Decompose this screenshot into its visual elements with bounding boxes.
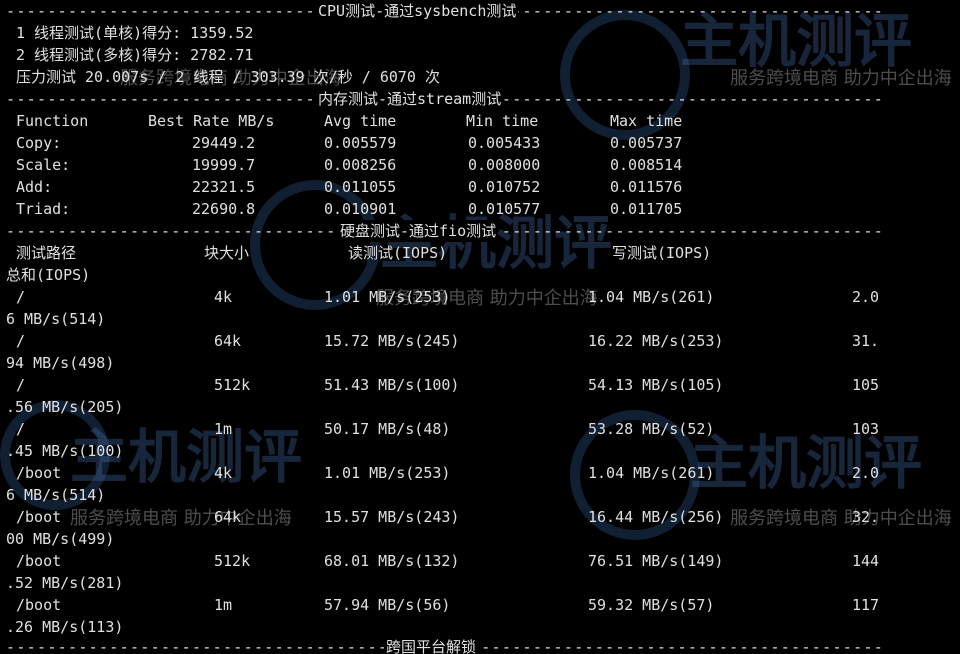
disk-cell-path: / bbox=[16, 288, 26, 306]
disk-cell-path: / bbox=[16, 332, 26, 350]
disk-header: 写测试(IOPS) bbox=[612, 244, 712, 262]
disk-divider: ----------------------------------------… bbox=[6, 220, 886, 242]
disk-cell-total-b: .45 MB/s(100) bbox=[6, 442, 124, 460]
disk-cell-total-b: 6 MB/s(514) bbox=[6, 310, 106, 328]
disk-cell-read: 68.01 MB/s(132) bbox=[324, 552, 460, 570]
memory-cell: 22321.5 bbox=[192, 178, 256, 196]
memory-cell: 0.010577 bbox=[468, 200, 541, 218]
disk-cell-total-a: 31. bbox=[852, 332, 880, 350]
disk-cell-write: 53.28 MB/s(52) bbox=[588, 420, 715, 438]
disk-cell-write: 1.04 MB/s(261) bbox=[588, 288, 715, 306]
disk-cell-block: 4k bbox=[214, 464, 233, 482]
memory-cell: 19999.7 bbox=[192, 156, 256, 174]
cpu-single-core-score: 1 线程测试(单核)得分: 1359.52 bbox=[16, 24, 254, 42]
disk-cell-total-b: .52 MB/s(281) bbox=[6, 574, 124, 592]
disk-cell-write: 59.32 MB/s(57) bbox=[588, 596, 715, 614]
memory-cell: 0.011055 bbox=[324, 178, 397, 196]
disk-cell-path: /boot bbox=[16, 552, 62, 570]
memory-divider-title: 内存测试-通过stream测试 bbox=[316, 88, 504, 110]
disk-cell-read: 1.01 MB/s(253) bbox=[324, 288, 451, 306]
cpu-multi-core-score: 2 线程测试(多核)得分: 2782.71 bbox=[16, 46, 254, 64]
disk-cell-path: /boot bbox=[16, 508, 62, 526]
disk-cell-block: 512k bbox=[214, 552, 251, 570]
disk-cell-total-a: 32. bbox=[852, 508, 880, 526]
memory-divider: ----------------------------------------… bbox=[6, 88, 886, 110]
memory-cell: Triad: bbox=[16, 200, 71, 218]
watermark-slogan: 服务跨境电商 助力中企出海 bbox=[730, 508, 952, 529]
memory-cell: 0.005579 bbox=[324, 134, 397, 152]
disk-cell-total-a: 105 bbox=[852, 376, 880, 394]
memory-header: Avg time bbox=[324, 112, 397, 130]
memory-cell: 0.011705 bbox=[610, 200, 683, 218]
memory-cell: 22690.8 bbox=[192, 200, 256, 218]
memory-header: Best Rate MB/s bbox=[148, 112, 275, 130]
disk-cell-path: / bbox=[16, 376, 26, 394]
watermark-slogan: 服务跨境电商 助力中企出海 bbox=[730, 68, 952, 89]
disk-cell-total-b: 00 MB/s(499) bbox=[6, 530, 115, 548]
disk-header: 测试路径 bbox=[16, 244, 77, 262]
disk-cell-write: 16.44 MB/s(256) bbox=[588, 508, 724, 526]
disk-cell-write: 76.51 MB/s(149) bbox=[588, 552, 724, 570]
watermark-brand: 主机测评 bbox=[690, 429, 923, 497]
memory-header: Function bbox=[16, 112, 89, 130]
disk-cell-read: 57.94 MB/s(56) bbox=[324, 596, 451, 614]
memory-cell: Scale: bbox=[16, 156, 71, 174]
disk-cell-total-a: 103 bbox=[852, 420, 880, 438]
disk-header-wrap: 总和(IOPS) bbox=[6, 266, 91, 284]
disk-cell-write: 1.04 MB/s(261) bbox=[588, 464, 715, 482]
memory-cell: 29449.2 bbox=[192, 134, 256, 152]
disk-cell-read: 51.43 MB/s(100) bbox=[324, 376, 460, 394]
disk-cell-read: 50.17 MB/s(48) bbox=[324, 420, 451, 438]
disk-cell-total-a: 2.0 bbox=[852, 288, 880, 306]
disk-cell-total-a: 2.0 bbox=[852, 464, 880, 482]
memory-cell: 0.011576 bbox=[610, 178, 683, 196]
memory-cell: 0.005737 bbox=[610, 134, 683, 152]
memory-cell: 0.008256 bbox=[324, 156, 397, 174]
disk-cell-block: 64k bbox=[214, 332, 242, 350]
memory-header: Min time bbox=[466, 112, 539, 130]
memory-cell: 0.005433 bbox=[468, 134, 541, 152]
terminal-window[interactable]: 主机测评 主机测评 主机测评 主机测评 服务跨境电商 助力中企出海 服务跨境电商… bbox=[0, 0, 960, 654]
memory-cell: Copy: bbox=[16, 134, 62, 152]
disk-cell-read: 15.72 MB/s(245) bbox=[324, 332, 460, 350]
disk-cell-write: 16.22 MB/s(253) bbox=[588, 332, 724, 350]
disk-cell-read: 15.57 MB/s(243) bbox=[324, 508, 460, 526]
memory-cell: 0.008514 bbox=[610, 156, 683, 174]
disk-cell-total-b: .56 MB/s(205) bbox=[6, 398, 124, 416]
disk-cell-path: /boot bbox=[16, 596, 62, 614]
disk-cell-block: 1m bbox=[214, 596, 233, 614]
disk-cell-read: 1.01 MB/s(253) bbox=[324, 464, 451, 482]
disk-cell-total-b: 6 MB/s(514) bbox=[6, 486, 106, 504]
unlock-divider: ----------------------------------------… bbox=[6, 636, 886, 654]
unlock-divider-title: 跨国平台解锁 bbox=[384, 636, 479, 654]
disk-cell-total-a: 117 bbox=[852, 596, 880, 614]
watermark-slogan: 服务跨境电商 助力中企出海 bbox=[70, 508, 292, 529]
disk-cell-write: 54.13 MB/s(105) bbox=[588, 376, 724, 394]
memory-cell: 0.010752 bbox=[468, 178, 541, 196]
disk-cell-total-a: 144 bbox=[852, 552, 880, 570]
disk-cell-path: / bbox=[16, 420, 26, 438]
disk-cell-path: /boot bbox=[16, 464, 62, 482]
memory-cell: 0.010901 bbox=[324, 200, 397, 218]
memory-cell: Add: bbox=[16, 178, 53, 196]
disk-cell-block: 4k bbox=[214, 288, 233, 306]
cpu-divider: ----------------------------------------… bbox=[6, 0, 886, 22]
disk-divider-title: 硬盘测试-通过fio测试 bbox=[338, 220, 499, 242]
memory-cell: 0.008000 bbox=[468, 156, 541, 174]
disk-header: 块大小 bbox=[204, 244, 250, 262]
disk-cell-total-b: .26 MB/s(113) bbox=[6, 618, 124, 636]
cpu-divider-title: CPU测试-通过sysbench测试 bbox=[316, 0, 519, 22]
cpu-stress-test: 压力测试 20.007s / 2 线程 / 303.39 次/秒 / 6070 … bbox=[16, 68, 440, 86]
disk-cell-block: 512k bbox=[214, 376, 251, 394]
disk-cell-total-b: 94 MB/s(498) bbox=[6, 354, 115, 372]
disk-header: 读测试(IOPS) bbox=[348, 244, 448, 262]
disk-cell-block: 1m bbox=[214, 420, 233, 438]
disk-cell-block: 64k bbox=[214, 508, 242, 526]
memory-header: Max time bbox=[610, 112, 683, 130]
